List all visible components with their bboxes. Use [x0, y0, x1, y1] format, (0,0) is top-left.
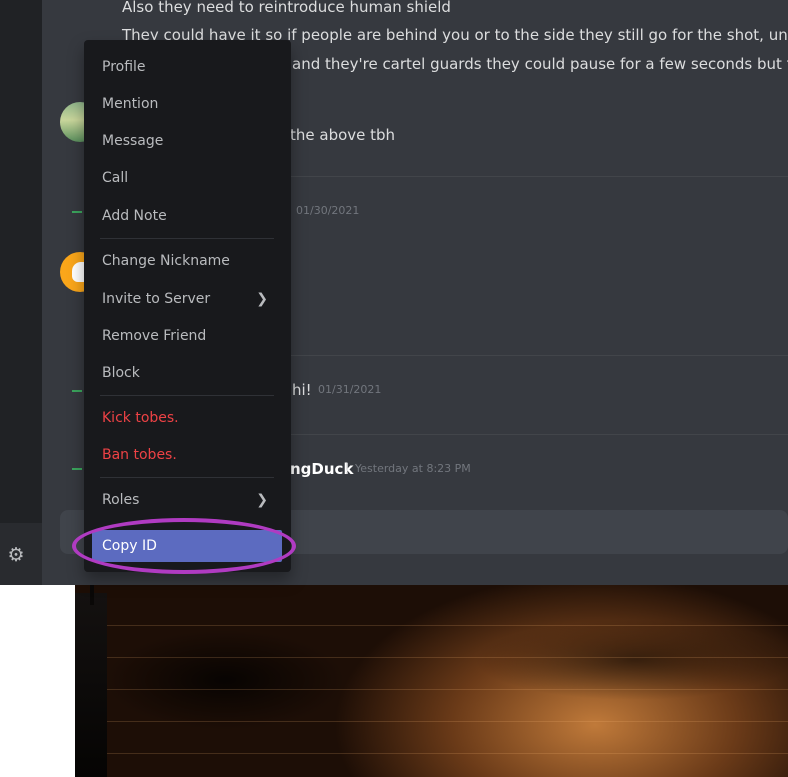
highlight-ellipse: [72, 518, 296, 574]
background-photo: [75, 585, 788, 777]
menu-item-label: Call: [102, 170, 129, 186]
menu-item-call[interactable]: Call: [92, 162, 282, 194]
menu-item-label: Change Nickname: [102, 253, 230, 269]
menu-item-profile[interactable]: Profile: [92, 51, 282, 83]
menu-item-label: Mention: [102, 96, 159, 112]
server-list: [0, 0, 42, 585]
menu-item-label: Message: [102, 133, 164, 149]
user-context-menu: Profile Mention Message Call Add Note Ch…: [84, 40, 291, 572]
menu-separator: [100, 477, 274, 478]
menu-item-label: Profile: [102, 59, 146, 75]
chevron-right-icon: ❯: [256, 492, 268, 508]
menu-item-ban[interactable]: Ban tobes.: [92, 439, 282, 471]
menu-item-remove-friend[interactable]: Remove Friend: [92, 320, 282, 352]
timestamp: 01/30/2021: [296, 204, 360, 217]
menu-item-label: Invite to Server: [102, 291, 211, 307]
menu-item-mention[interactable]: Mention: [92, 88, 282, 120]
system-message-text: hi!: [292, 381, 312, 399]
menu-item-label: Block: [102, 365, 140, 381]
menu-separator: [100, 238, 274, 239]
ship-mast: [90, 585, 94, 605]
ship-silhouette: [75, 593, 107, 777]
message-line: Also they need to reintroduce human shie…: [122, 0, 451, 16]
menu-item-add-note[interactable]: Add Note: [92, 200, 282, 232]
system-message-suffix: !: [344, 460, 351, 478]
menu-item-change-nickname[interactable]: Change Nickname: [92, 245, 282, 277]
menu-item-label: Roles: [102, 492, 140, 508]
menu-item-label: Add Note: [102, 208, 167, 224]
join-arrow-icon: [72, 390, 82, 392]
join-arrow-icon: [72, 211, 82, 213]
menu-item-message[interactable]: Message: [92, 125, 282, 157]
menu-item-kick[interactable]: Kick tobes.: [92, 402, 282, 434]
menu-item-roles[interactable]: Roles ❯: [92, 484, 282, 516]
menu-separator: [100, 395, 274, 396]
message-line: and they're cartel guards they could pau…: [292, 55, 788, 73]
chevron-right-icon: ❯: [256, 291, 268, 307]
menu-item-label: Remove Friend: [102, 328, 207, 344]
page-background: [0, 585, 75, 777]
timestamp: Yesterday at 8:23 PM: [355, 462, 471, 475]
join-arrow-icon: [72, 468, 82, 470]
menu-item-label: Kick tobes.: [102, 410, 179, 426]
message-line: the above tbh: [290, 126, 396, 144]
menu-item-invite-to-server[interactable]: Invite to Server ❯: [92, 283, 282, 315]
gear-icon[interactable]: ⚙: [5, 544, 27, 566]
menu-item-block[interactable]: Block: [92, 357, 282, 389]
menu-item-label: Ban tobes.: [102, 447, 177, 463]
timestamp: 01/31/2021: [318, 383, 382, 396]
